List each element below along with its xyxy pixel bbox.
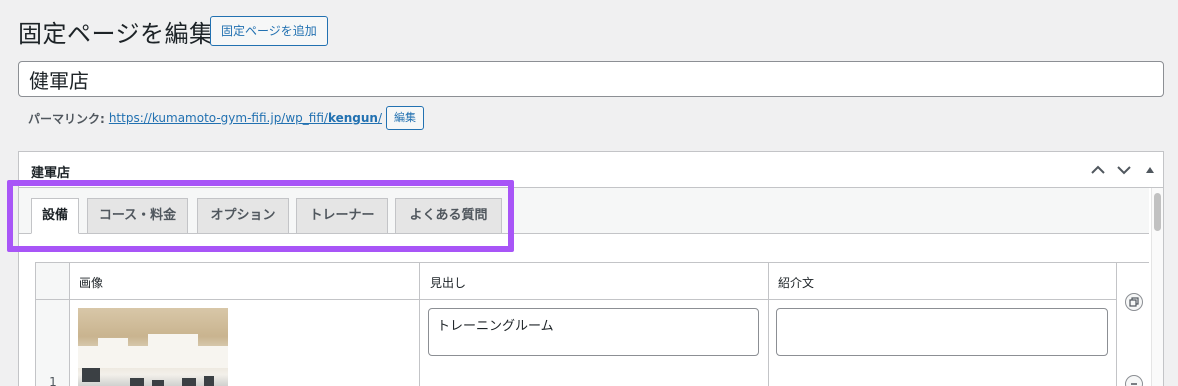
remove-row-icon[interactable] xyxy=(1125,375,1143,386)
permalink-label: パーマリンク: xyxy=(28,111,105,126)
column-header-image: 画像 xyxy=(79,276,104,290)
chevron-down-icon[interactable] xyxy=(1114,160,1134,180)
column-divider xyxy=(768,263,769,386)
permalink-row: パーマリンク: https://kumamoto-gym-fifi.jp/wp_… xyxy=(28,106,425,130)
permalink-url-suffix: / xyxy=(377,111,383,125)
scrollbar[interactable] xyxy=(1151,188,1163,386)
column-divider xyxy=(419,263,420,386)
heading-textarea[interactable]: トレーニングルーム xyxy=(428,308,759,356)
permalink-slug: kengun xyxy=(327,111,378,125)
row-actions-column xyxy=(1116,263,1150,386)
row-number: 1 xyxy=(49,375,57,386)
tab-options[interactable]: オプション xyxy=(197,198,289,234)
tab-bar: 設備 コース・料金 オプション トレーナー よくある質問 xyxy=(19,188,1149,234)
page-title: 固定ページを編集 xyxy=(18,20,214,48)
table-header: 画像 見出し 紹介文 xyxy=(36,263,1150,300)
permalink-edit-button[interactable]: 編集 xyxy=(386,106,425,130)
permalink-url-prefix: https://kumamoto-gym-fifi.jp/wp_fifi/ xyxy=(108,111,328,125)
chevron-up-icon[interactable] xyxy=(1088,160,1108,180)
metabox-title: 建軍店 xyxy=(31,166,71,181)
add-page-button[interactable]: 固定ページを追加 xyxy=(210,16,328,46)
scrollbar-thumb[interactable] xyxy=(1154,193,1161,231)
intro-textarea[interactable] xyxy=(776,308,1108,356)
column-header-heading: 見出し xyxy=(430,276,467,290)
duplicate-row-icon[interactable] xyxy=(1125,293,1143,311)
tab-faq[interactable]: よくある質問 xyxy=(395,198,502,234)
permalink-link[interactable]: https://kumamoto-gym-fifi.jp/wp_fifi/ken… xyxy=(109,111,382,125)
post-title-input[interactable] xyxy=(18,61,1164,97)
tab-course-price[interactable]: コース・料金 xyxy=(87,198,188,234)
collapse-toggle-icon[interactable] xyxy=(1140,160,1160,180)
metabox-header: 建軍店 xyxy=(19,152,1163,188)
facility-image[interactable] xyxy=(78,308,228,386)
tab-facilities[interactable]: 設備 xyxy=(31,198,79,234)
column-header-intro: 紹介文 xyxy=(778,276,815,290)
repeater-table: 画像 見出し 紹介文 1 トレーニングルーム xyxy=(35,262,1150,386)
custom-fields-metabox: 建軍店 設備 コース・料金 オプション トレーナー よくある質問 画像 見出し … xyxy=(18,151,1164,386)
tab-trainer[interactable]: トレーナー xyxy=(296,198,388,234)
